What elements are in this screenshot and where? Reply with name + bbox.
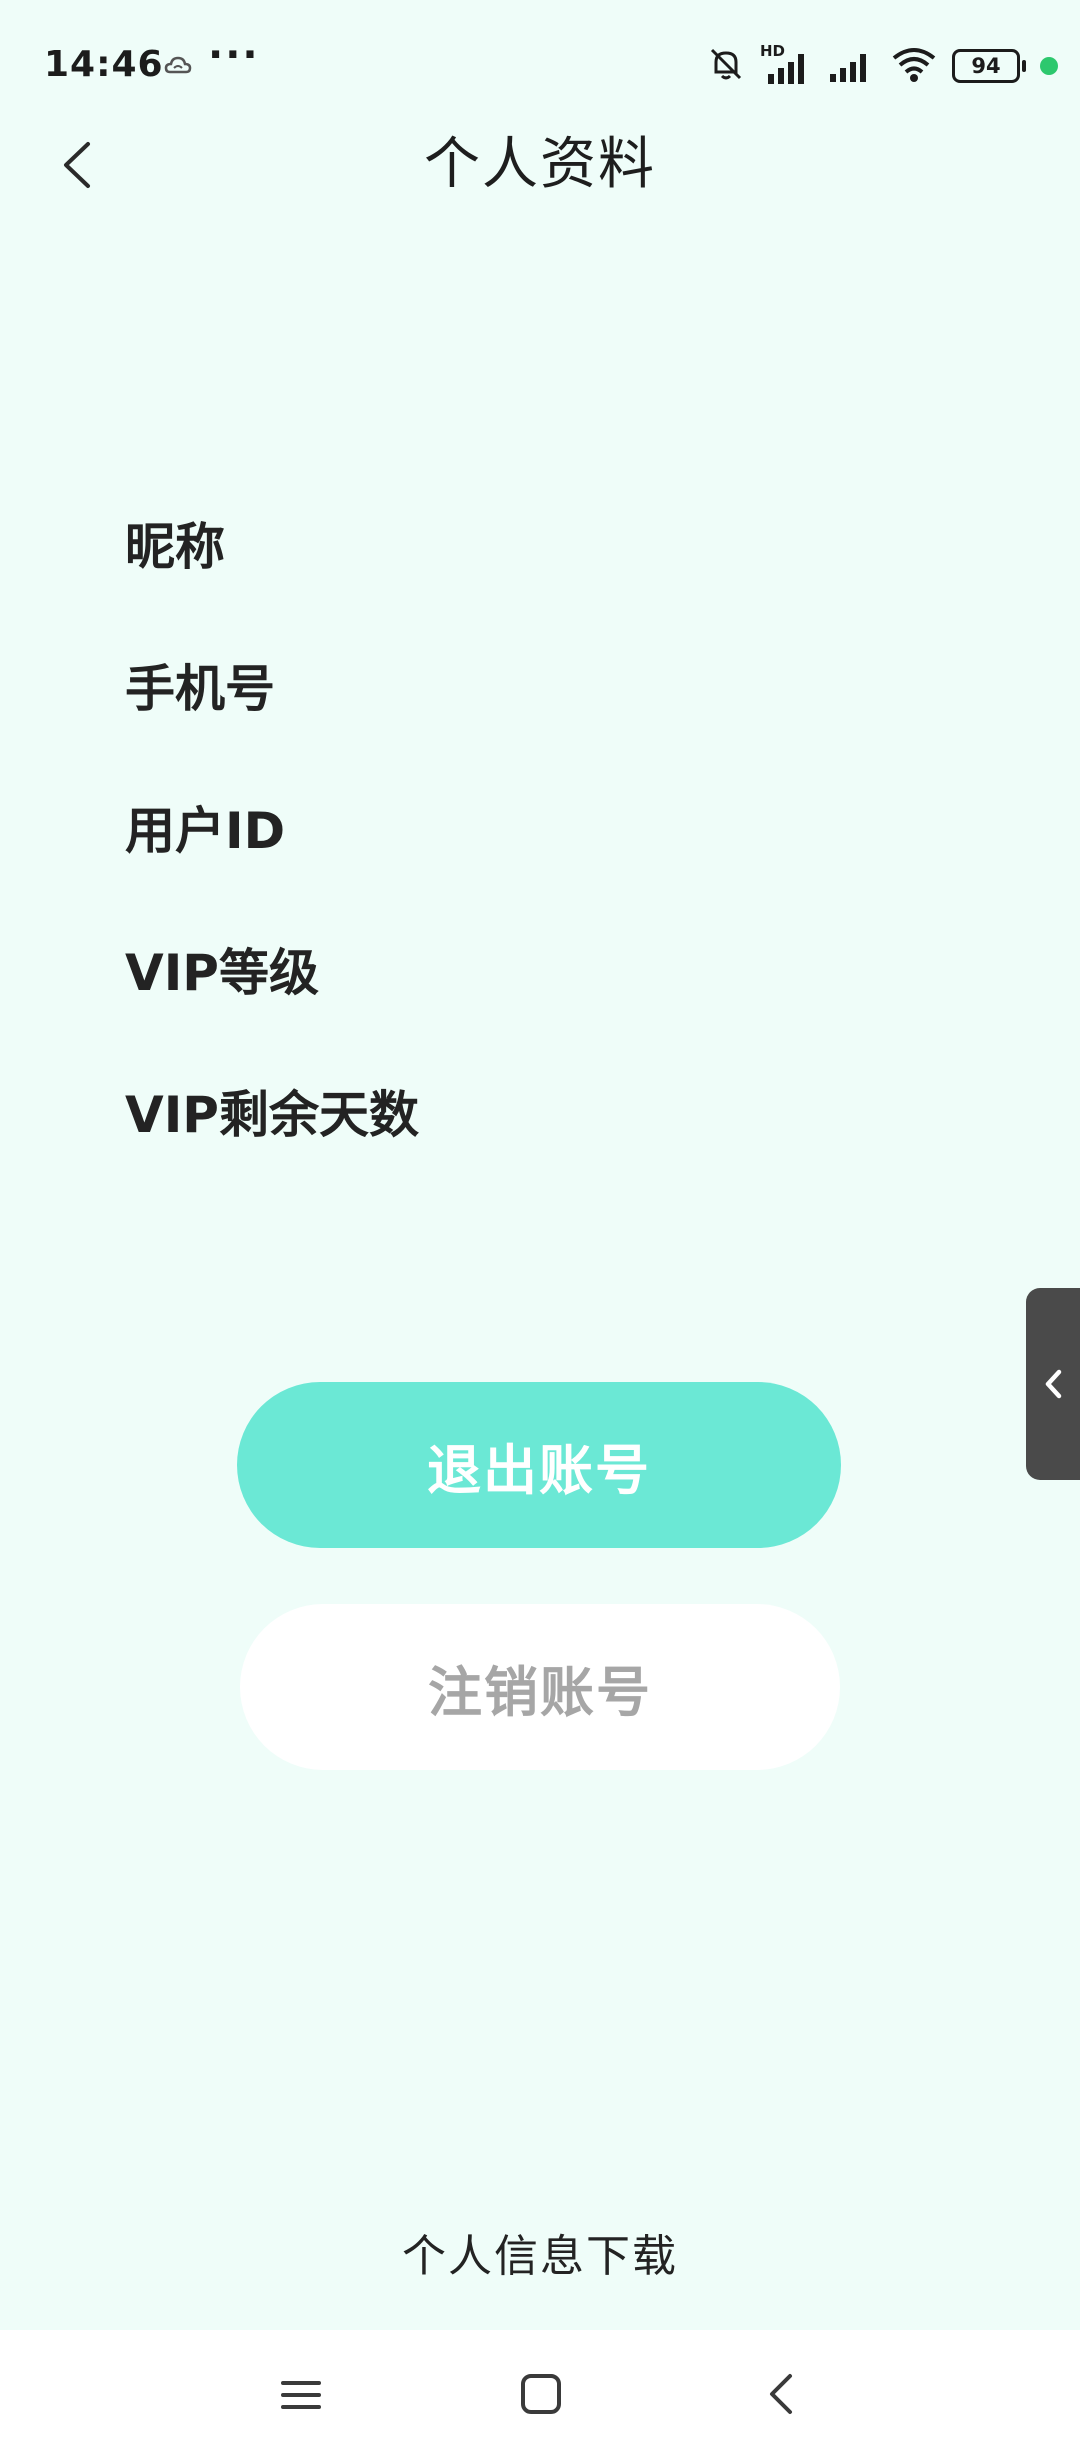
battery-level: 94	[971, 54, 1001, 78]
privacy-indicator-dot	[1040, 57, 1058, 75]
battery-icon: 94	[952, 49, 1026, 83]
status-time: 14:46	[44, 44, 164, 85]
menu-icon[interactable]	[281, 2375, 321, 2419]
hd-signal-icon: HD	[760, 42, 812, 86]
header: 个人资料	[0, 120, 1080, 210]
signal-icon	[826, 44, 876, 88]
side-panel-handle[interactable]	[1026, 1288, 1080, 1480]
cloud-notification-icon	[162, 50, 194, 82]
cancel-account-button[interactable]: 注销账号	[240, 1604, 840, 1770]
more-notifications-icon: ···	[208, 32, 260, 78]
mute-bell-icon	[706, 44, 746, 88]
field-phone: 手机号	[125, 660, 275, 718]
personal-info-download-link[interactable]: 个人信息下载	[0, 2220, 1080, 2284]
logout-button[interactable]: 退出账号	[237, 1382, 841, 1548]
field-nickname: 昵称	[125, 518, 225, 576]
field-user-id: 用户ID	[125, 802, 286, 860]
field-vip-level: VIP等级	[125, 944, 319, 1002]
page-title: 个人资料	[424, 132, 656, 197]
status-bar: 14:46 ··· HD 94	[0, 0, 1080, 130]
field-vip-days: VIP剩余天数	[125, 1086, 419, 1144]
wifi-icon	[890, 44, 938, 88]
status-icons: HD 94	[706, 42, 1058, 88]
nav-back-icon[interactable]	[760, 2370, 804, 2422]
home-square-icon[interactable]	[519, 2372, 563, 2420]
profile-field-list: 昵称 手机号 用户ID VIP等级 VIP剩余天数	[125, 505, 925, 1215]
system-navigation-bar	[0, 2330, 1080, 2460]
